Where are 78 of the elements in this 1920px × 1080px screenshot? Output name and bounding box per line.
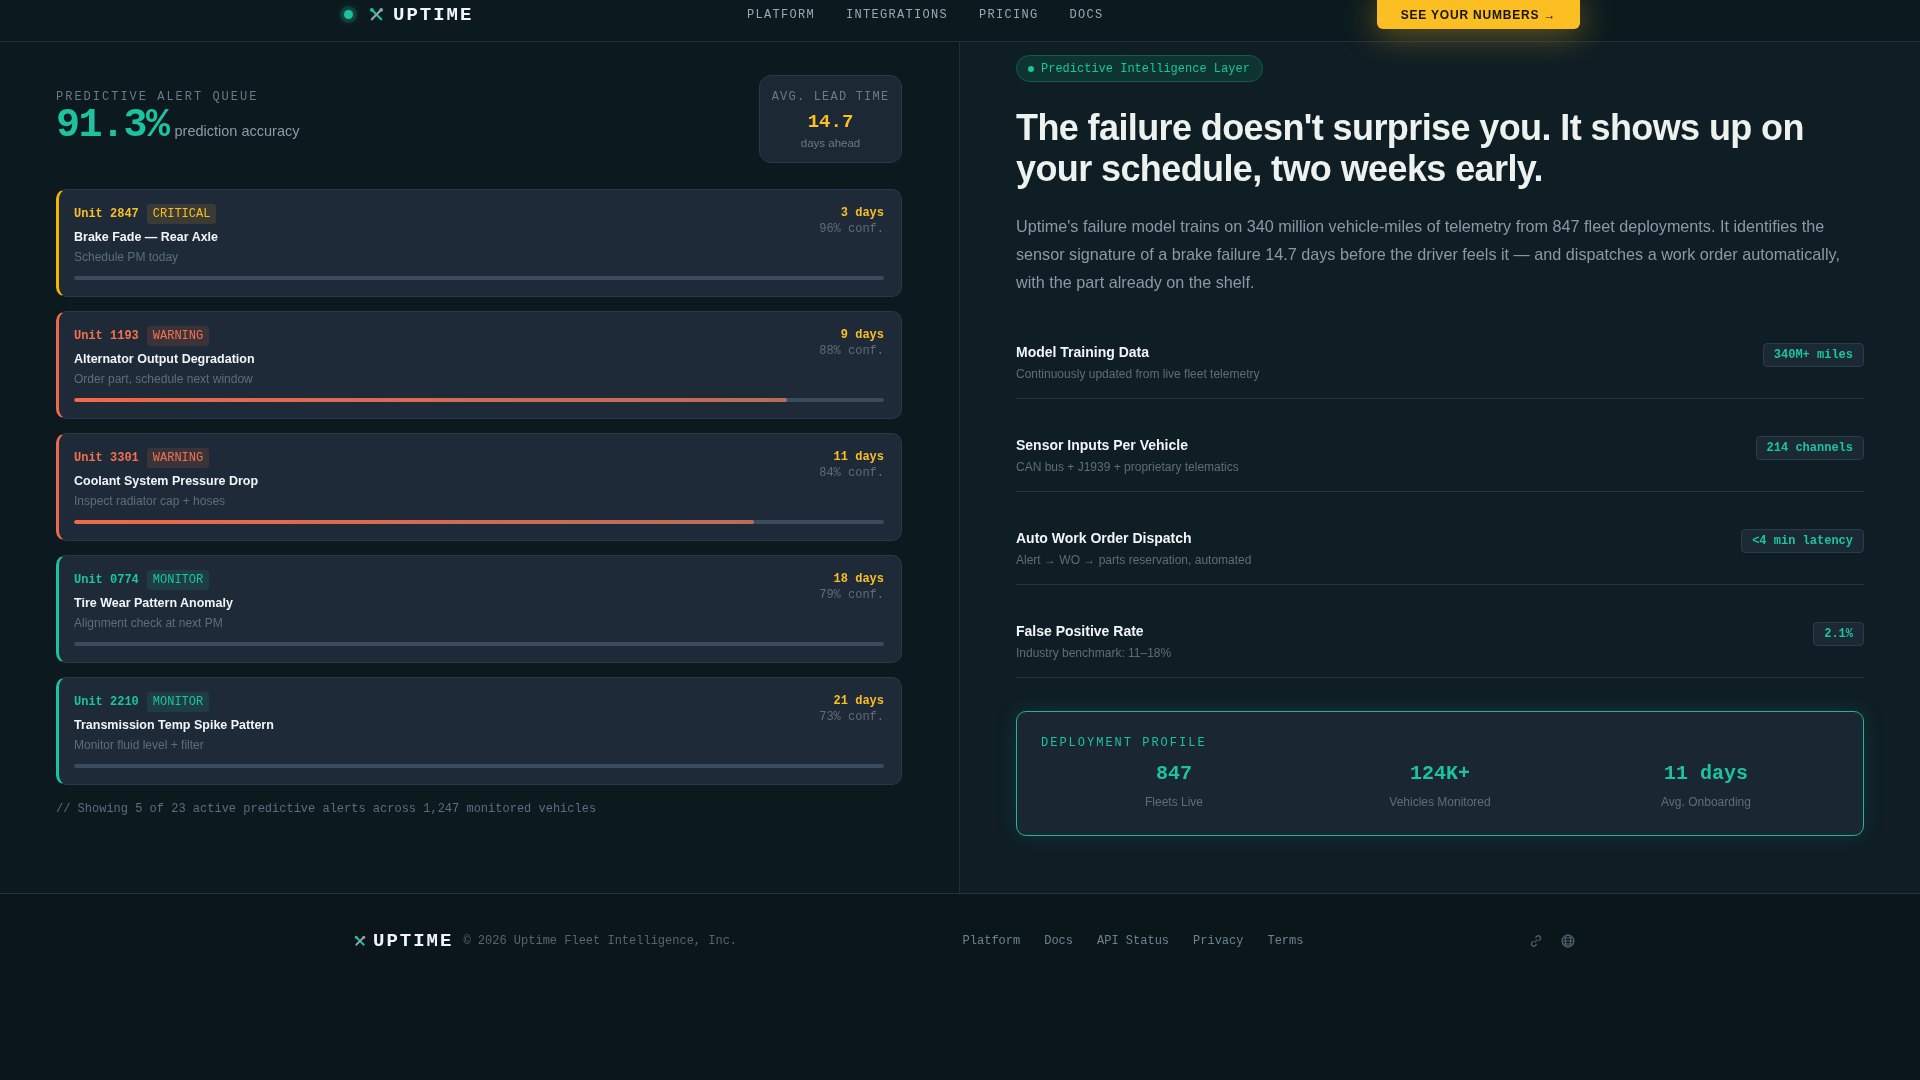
nav-link[interactable]: PRICING (978, 7, 1039, 22)
deployment-label: DEPLOYMENT PROFILE (1041, 735, 1208, 751)
logo-icon (354, 935, 366, 947)
stat-label: Fleets Live (1145, 794, 1203, 810)
unit-label: Unit 3301 (74, 451, 139, 465)
stat-value: 11 days (1664, 762, 1748, 786)
alert-title: Tire Wear Pattern Anomaly (74, 595, 233, 612)
unit-label: Unit 1193 (74, 329, 139, 343)
severity-tag: WARNING (146, 326, 210, 346)
globe-icon[interactable] (1561, 934, 1575, 948)
headline: The failure doesn't surprise you. It shows up on your schedule, two weeks early. (1016, 107, 1805, 189)
metric-title: Sensor Inputs Per Vehicle (1016, 436, 1189, 454)
logo-icon (369, 7, 384, 22)
alert-action: Inspect radiator cap + hoses (74, 493, 227, 509)
footer-link[interactable]: API Status (1097, 934, 1170, 948)
lead-time-value: 14.7 (807, 109, 854, 134)
metric-subtitle: Continuously updated from live fleet telemetry (1016, 366, 1260, 382)
dot-icon (1028, 65, 1034, 72)
footer-link[interactable]: Docs (1044, 934, 1073, 948)
intro-paragraph: Uptime's failure model trains on 340 million vehicle-miles of telemetry from 847 fleet deployments. It identifies the sensor signature of a brake failure 14.7 days before the driver feels it — and dispatches a work order automatically, with the part already on the shelf. (1016, 216, 1841, 293)
metric-subtitle: Alert → WO → parts reservation, automated (1016, 552, 1252, 568)
metric-value-badge: 214 channels (1755, 436, 1864, 460)
eta-text: 11 days (832, 449, 884, 465)
section-label: PREDICTIVE ALERT QUEUE (56, 90, 260, 104)
accuracy-caption: prediction accuracy (174, 123, 300, 139)
alert-action: Order part, schedule next window (74, 371, 254, 387)
nav-link[interactable]: PLATFORM (746, 7, 815, 22)
stat-label: Avg. Onboarding (1661, 794, 1751, 810)
accuracy-value: 91.3% (56, 104, 169, 148)
stat-value: 124K+ (1410, 762, 1470, 786)
alert-title: Brake Fade — Rear Axle (74, 229, 219, 246)
lead-time-unit: days ahead (800, 136, 861, 149)
alert-title: Transmission Temp Spike Pattern (74, 717, 274, 734)
metric-subtitle: Industry benchmark: 11–18% (1016, 645, 1172, 661)
alert-title: Alternator Output Degradation (74, 351, 255, 368)
link-icon[interactable] (1529, 934, 1543, 948)
severity-tag: MONITOR (146, 570, 210, 590)
lead-time-label: AVG. LEAD TIME (771, 89, 890, 104)
confidence-text: 73% conf. (819, 709, 884, 725)
alert-action: Schedule PM today (74, 249, 180, 265)
status-dot-icon (344, 10, 353, 19)
copyright-text: © 2026 Uptime Fleet Intelligence, Inc. (463, 934, 738, 948)
brand-name: UPTIME (393, 3, 474, 26)
metric-value-badge: <4 min latency (1741, 529, 1864, 553)
metric-title: False Positive Rate (1016, 622, 1145, 640)
unit-label: Unit 2210 (74, 695, 139, 709)
nav-link[interactable]: DOCS (1069, 7, 1104, 22)
alert-action: Monitor fluid level + filter (74, 737, 205, 753)
severity-tag: CRITICAL (146, 204, 217, 224)
footer-brand-name: UPTIME (373, 930, 454, 952)
stat-label: Vehicles Monitored (1389, 794, 1491, 810)
alerts-note: // Showing 5 of 23 active predictive alerts across 1,247 monitored vehicles (56, 801, 598, 817)
metric-value-badge: 340M+ miles (1762, 343, 1864, 367)
metric-title: Auto Work Order Dispatch (1016, 529, 1193, 547)
stat-value: 847 (1156, 762, 1192, 786)
confidence-text: 96% conf. (819, 221, 884, 237)
nav-link[interactable]: INTEGRATIONS (845, 7, 948, 22)
metric-subtitle: CAN bus + J1939 + proprietary telematics (1016, 459, 1239, 475)
footer-link[interactable]: Privacy (1193, 934, 1244, 948)
eta-text: 21 days (832, 693, 884, 709)
eta-text: 9 days (839, 327, 884, 343)
footer-link[interactable]: Platform (962, 934, 1021, 948)
severity-tag: WARNING (146, 448, 210, 468)
unit-label: Unit 0774 (74, 573, 139, 587)
confidence-text: 79% conf. (819, 587, 884, 603)
severity-tag: MONITOR (146, 692, 210, 712)
alert-title: Coolant System Pressure Drop (74, 473, 259, 490)
cta-button[interactable]: SEE YOUR NUMBERS → (1377, 0, 1580, 29)
tag-text: Predictive Intelligence Layer (1041, 61, 1250, 76)
metric-title: Model Training Data (1016, 343, 1150, 361)
footer-link[interactable]: Terms (1267, 934, 1304, 948)
confidence-text: 88% conf. (819, 343, 884, 359)
eta-text: 3 days (839, 205, 884, 221)
unit-label: Unit 2847 (74, 207, 139, 221)
alert-action: Alignment check at next PM (74, 615, 224, 631)
confidence-text: 84% conf. (819, 465, 884, 481)
eta-text: 18 days (832, 571, 884, 587)
metric-value-badge: 2.1% (1813, 622, 1864, 646)
